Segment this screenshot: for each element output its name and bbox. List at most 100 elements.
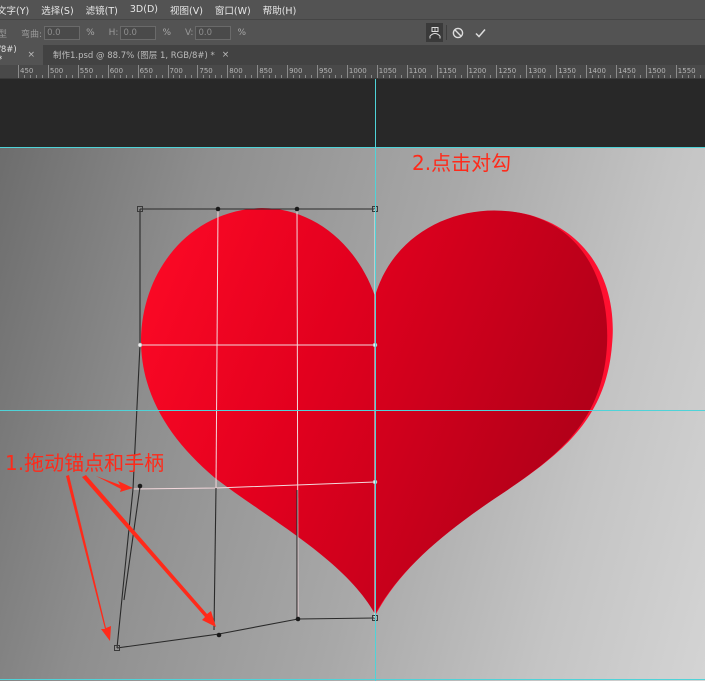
menu-view[interactable]: 视图(V) [170,3,209,17]
ruler-minor-tick [544,75,546,78]
ruler-minor-tick [472,75,474,78]
ruler-minor-tick [514,75,516,78]
ruler-major-tick [47,65,49,78]
ruler-minor-tick [161,75,163,78]
ruler-minor-tick [610,75,612,78]
ruler-minor-tick [328,75,330,78]
close-icon[interactable]: × [27,50,35,60]
ruler-minor-tick [263,75,265,78]
ruler-label: 1200 [468,67,487,75]
ruler-label: 1100 [408,67,427,75]
ruler-minor-tick [53,75,55,78]
menu-bar: 文字(Y) 选择(S) 滤镜(T) 3D(D) 视图(V) 窗口(W) 帮助(H… [0,0,705,19]
point-left-mid[interactable] [137,342,143,348]
warp-mode-toggle-button[interactable] [426,23,443,42]
ruler-minor-tick [418,75,420,78]
options-bar: 型 弯曲: 0.0 % H: 0.0 % V: 0.0 % [0,19,705,46]
h-distortion-input[interactable]: 0.0 [120,26,157,40]
ruler-major-tick [526,65,528,78]
ruler-minor-tick [185,75,187,78]
ruler-minor-tick [305,75,307,78]
ruler-major-tick [317,65,318,78]
ruler-minor-tick [550,75,552,78]
ruler-major-tick [346,65,348,78]
handle-top-2[interactable] [294,206,300,212]
commit-transform-button[interactable] [472,23,488,42]
cancel-transform-button[interactable] [450,23,465,42]
ruler-minor-tick [604,75,606,78]
ruler-label: 850 [259,67,273,75]
v-distortion-input[interactable]: 0.0 [195,26,232,40]
menu-type[interactable]: 文字(Y) [0,3,35,17]
ruler-minor-tick [89,75,91,78]
handle-top-1[interactable] [215,206,221,212]
canvas-artwork [66,206,613,651]
v-percent: % [237,28,247,38]
ruler-minor-tick [562,75,564,78]
arrow-to-bottom-handle [82,475,216,627]
ruler-minor-tick [131,75,133,78]
ruler-minor-tick [693,75,695,78]
guide-horizontal-top[interactable] [0,147,705,148]
ruler-minor-tick [191,75,193,78]
guide-vertical-center[interactable] [375,79,376,681]
ruler-major-tick [197,65,199,78]
guide-horizontal-bottom[interactable] [0,679,705,680]
tab-label: 制作1.psd @ 88.7% (图层 1, RGB/8#) * [53,51,215,61]
menu-filter[interactable]: 滤镜(T) [86,3,124,17]
ruler-label: 800 [229,67,243,75]
guide-horizontal-middle[interactable] [0,410,705,411]
ruler-major-tick [376,65,378,78]
ruler-minor-tick [155,75,157,78]
ruler-minor-tick [370,75,372,78]
ruler-minor-tick [568,75,570,78]
ruler-minor-tick [239,75,241,78]
handle-bottom-1[interactable] [216,632,222,638]
ruler-minor-tick [41,75,43,78]
ruler-minor-tick [65,75,67,78]
ruler-major-tick [406,65,408,78]
menu-window[interactable]: 窗口(W) [215,3,257,17]
tab-document-2[interactable]: 制作1.psd @ 88.7% (图层 1, RGB/8#) * × [43,45,237,65]
pasteboard [0,79,705,147]
bend-label: 弯曲: [21,29,43,40]
ruler-minor-tick [364,75,366,78]
ruler-label: 1300 [528,67,547,75]
ruler-minor-tick [508,75,510,78]
ruler-minor-tick [592,75,594,78]
handle-bottom-2[interactable] [295,616,301,622]
bend-input[interactable]: 0.0 [44,26,81,40]
ruler-minor-tick [299,75,301,78]
handle-left-lower[interactable] [137,483,143,489]
ruler-label: 1350 [558,67,577,75]
menu-select[interactable]: 选择(S) [41,3,79,17]
ruler-major-tick [436,65,438,78]
horizontal-ruler[interactable]: 450 500 550 600 650 700 750 800 850 900 950 1000 105… [0,65,705,79]
ruler-minor-tick [340,75,342,78]
tab-document-1[interactable]: /8#) * × [0,45,43,65]
ruler-minor-tick [598,75,600,78]
ruler-label: 1400 [588,67,606,75]
menu-help[interactable]: 帮助(H) [263,3,303,17]
ruler-minor-tick [502,75,504,78]
close-icon[interactable]: × [222,50,230,60]
document-canvas[interactable]: 2.点击对勾 1.拖动锚点和手柄 [0,147,705,681]
ruler-label: 1500 [647,67,666,75]
ruler-minor-tick [681,75,683,78]
ruler-minor-tick [293,75,295,78]
ruler-minor-tick [29,75,31,78]
toolbar-divider [446,25,447,40]
ruler-minor-tick [83,75,85,78]
annotation-step-2: 2.点击对勾 [412,151,512,175]
ruler-major-tick [77,65,79,78]
ruler-minor-tick [101,75,103,78]
ruler-minor-tick [269,75,271,78]
ruler-minor-tick [484,75,486,78]
ruler-minor-tick [119,75,121,78]
ruler-minor-tick [532,75,534,78]
warp-style-label: 型 [0,29,8,40]
ruler-minor-tick [657,75,659,78]
menu-3d[interactable]: 3D(D) [130,4,164,15]
ruler-minor-tick [699,75,701,78]
ruler-minor-tick [71,75,73,78]
